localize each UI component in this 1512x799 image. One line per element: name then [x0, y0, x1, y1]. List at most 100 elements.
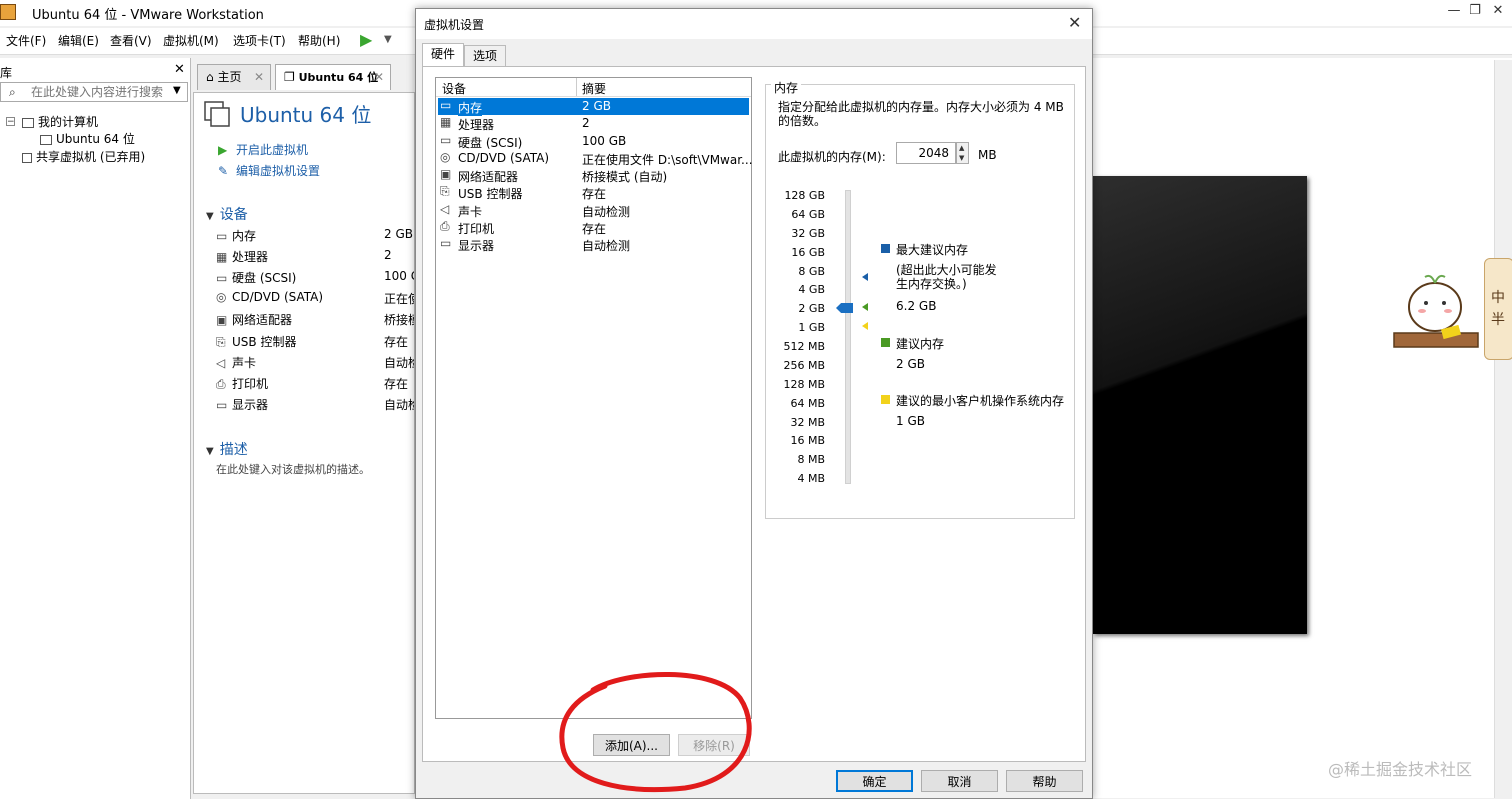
- power-on-link[interactable]: ▶ 开启此虚拟机: [218, 141, 308, 158]
- chevron-down-icon[interactable]: ▼: [384, 34, 392, 45]
- vm-large-icon: [204, 101, 230, 127]
- printer-icon: ⎙: [216, 377, 226, 391]
- collapse-icon[interactable]: −: [6, 117, 15, 127]
- column-separator[interactable]: [576, 78, 577, 96]
- scale-label: 32 GB: [791, 227, 825, 240]
- device-list-header: 设备 摘要: [436, 78, 751, 97]
- scale-label: 128 MB: [783, 378, 825, 391]
- chevron-down-icon[interactable]: ▼: [173, 85, 181, 96]
- device-row-sound[interactable]: ◁ 声卡 自动检测: [438, 202, 749, 219]
- collapse-triangle-icon: ▼: [206, 211, 214, 222]
- tab-hardware[interactable]: 硬件: [422, 43, 465, 67]
- tab-ubuntu[interactable]: ❐ Ubuntu 64 位 ✕: [275, 64, 391, 90]
- computer-icon: [22, 117, 34, 128]
- edit-settings-link[interactable]: ✎ 编辑虚拟机设置: [218, 162, 320, 179]
- scale-label: 4 GB: [798, 283, 825, 296]
- tree-item-my-computer[interactable]: 我的计算机: [22, 113, 98, 130]
- device-row-display[interactable]: ▭ 显示器 自动检测: [438, 236, 749, 253]
- spin-up-icon[interactable]: ▲: [959, 144, 964, 152]
- dialog-close-button[interactable]: ✕: [1068, 13, 1081, 32]
- scale-label: 4 MB: [797, 472, 825, 485]
- menu-tabs[interactable]: 选项卡(T): [233, 32, 286, 49]
- disk-icon: ▭: [216, 271, 228, 285]
- column-header-summary[interactable]: 摘要: [582, 80, 606, 97]
- description-placeholder[interactable]: 在此处键入对该虚拟机的描述。: [216, 461, 370, 477]
- close-icon[interactable]: ✕: [374, 65, 384, 89]
- device-row-usb[interactable]: ⎘ USB 控制器 存在: [438, 184, 749, 201]
- summary-device-row[interactable]: ◁ 声卡: [216, 354, 256, 371]
- menu-help[interactable]: 帮助(H): [298, 32, 340, 49]
- library-search-box[interactable]: ⌕ ▼: [0, 82, 188, 102]
- summary-device-row[interactable]: ▭ 显示器: [216, 396, 268, 413]
- memory-description: 指定分配给此虚拟机的内存量。内存大小必须为 4 MB 的倍数。: [778, 100, 1064, 128]
- vm-screen-thumbnail[interactable]: [1093, 176, 1307, 634]
- window-close-button[interactable]: ✕: [1488, 3, 1508, 18]
- summary-device-row[interactable]: ▭ 内存: [216, 227, 256, 244]
- ok-button[interactable]: 确定: [836, 770, 913, 792]
- summary-device-value: 正在使: [384, 292, 414, 306]
- maximize-button[interactable]: ❐: [1465, 3, 1485, 18]
- scale-label: 64 MB: [790, 397, 825, 410]
- shared-vm-icon: [22, 152, 32, 163]
- devices-section-header[interactable]: ▼ 设备: [206, 204, 248, 224]
- search-input[interactable]: [31, 85, 169, 99]
- vm-name-title: Ubuntu 64 位: [240, 103, 372, 127]
- tab-options[interactable]: 选项: [464, 45, 507, 67]
- help-button[interactable]: 帮助: [1006, 770, 1083, 792]
- tree-item-shared-vms[interactable]: 共享虚拟机 (已弃用): [22, 148, 145, 165]
- tab-home[interactable]: ⌂ 主页 ✕: [197, 64, 271, 90]
- tree-item-vm[interactable]: Ubuntu 64 位: [40, 130, 135, 147]
- summary-device-value: 100 G: [384, 269, 414, 283]
- menu-vm[interactable]: 虚拟机(M): [163, 32, 219, 49]
- memory-input-box[interactable]: [896, 142, 956, 164]
- column-header-device[interactable]: 设备: [442, 80, 466, 97]
- menu-edit[interactable]: 编辑(E): [58, 32, 99, 49]
- device-row-network[interactable]: ▣ 网络适配器 桥接模式 (自动): [438, 167, 749, 184]
- monitor-icon: ▭: [216, 398, 228, 412]
- printer-icon: ⎙: [440, 219, 450, 233]
- memory-spinner[interactable]: ▲ ▼: [956, 142, 969, 164]
- dialog-title: 虚拟机设置: [424, 18, 485, 32]
- vm-icon: [40, 134, 52, 145]
- legend-max-value: 6.2 GB: [896, 299, 937, 313]
- spin-down-icon[interactable]: ▼: [959, 154, 964, 162]
- summary-device-row[interactable]: ◎ CD/DVD (SATA): [216, 290, 323, 304]
- min-recommended-marker: [862, 322, 868, 330]
- memory-slider-track[interactable]: [845, 190, 851, 484]
- dialog-titlebar: 虚拟机设置 ✕: [416, 9, 1092, 39]
- description-section-header[interactable]: ▼ 描述: [206, 439, 248, 459]
- close-icon[interactable]: ✕: [254, 65, 264, 89]
- disk-icon: ▭: [440, 133, 452, 147]
- power-on-play-icon[interactable]: ▶: [360, 30, 372, 49]
- device-row-disk[interactable]: ▭ 硬盘 (SCSI) 100 GB: [438, 133, 749, 150]
- summary-device-row[interactable]: ▦ 处理器: [216, 248, 268, 265]
- summary-device-value: 自动检: [384, 398, 414, 412]
- recommended-marker: [862, 303, 868, 311]
- summary-device-row[interactable]: ▣ 网络适配器: [216, 311, 292, 328]
- memory-value-input[interactable]: [899, 146, 949, 160]
- speaker-icon: ◁: [216, 356, 226, 370]
- scale-label: 128 GB: [784, 189, 825, 202]
- device-row-cd[interactable]: ◎ CD/DVD (SATA) 正在使用文件 D:\soft\VMwar...: [438, 150, 752, 167]
- scale-label: 8 MB: [797, 453, 825, 466]
- device-row-printer[interactable]: ⎙ 打印机 存在: [438, 219, 749, 236]
- summary-device-row[interactable]: ▭ 硬盘 (SCSI): [216, 269, 296, 286]
- vmware-logo-icon: [0, 4, 16, 20]
- summary-device-row[interactable]: ⎘ USB 控制器: [216, 333, 296, 350]
- usb-icon: ⎘: [216, 335, 226, 349]
- memory-group-title: 内存: [771, 79, 802, 96]
- vertical-scrollbar[interactable]: [1494, 60, 1512, 798]
- minimize-button[interactable]: —: [1444, 3, 1464, 18]
- scale-label: 2 GB: [798, 302, 825, 315]
- menu-file[interactable]: 文件(F): [6, 32, 46, 49]
- library-close-icon[interactable]: ✕: [174, 62, 185, 77]
- menu-view[interactable]: 查看(V): [110, 32, 152, 49]
- device-list[interactable]: 设备 摘要 ▭ 内存 2 GB ▦ 处理器 2 ▭ 硬盘 (SCSI) 100 GB ◎ CD…: [435, 77, 752, 719]
- cd-icon: ◎: [216, 290, 227, 304]
- cancel-button[interactable]: 取消: [921, 770, 998, 792]
- summary-device-row[interactable]: ⎙ 打印机: [216, 375, 268, 392]
- device-row-cpu[interactable]: ▦ 处理器 2: [438, 115, 749, 132]
- cd-icon: ◎: [440, 150, 451, 164]
- usb-icon: ⎘: [440, 184, 450, 198]
- device-row-memory[interactable]: ▭ 内存 2 GB: [438, 98, 749, 116]
